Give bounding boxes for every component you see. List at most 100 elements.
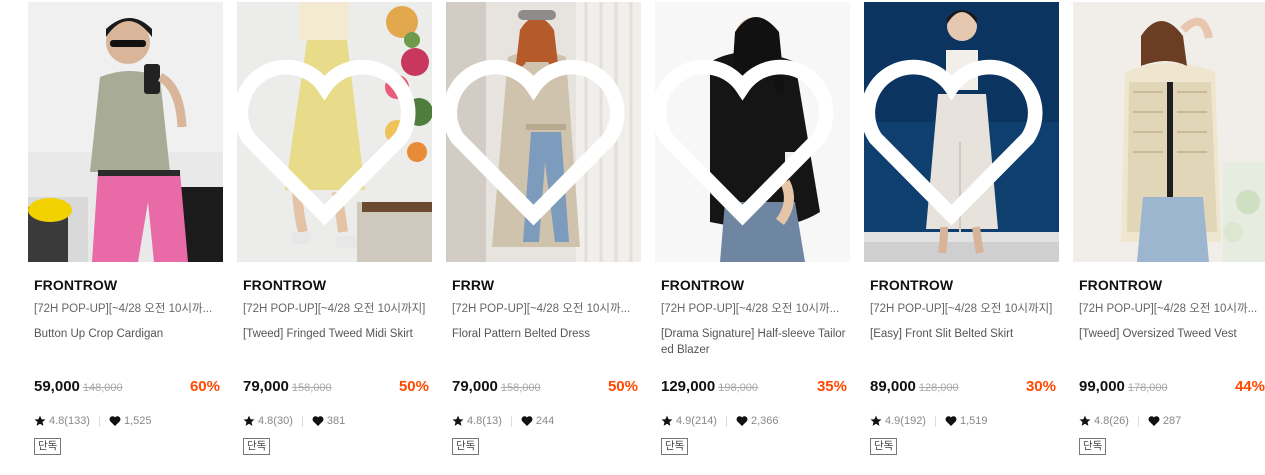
product-card[interactable]: FRONTROW [72H POP-UP][~4/28 오전 10시까... [… xyxy=(655,0,850,475)
product-stats: 4.9(214) 2,366 xyxy=(661,413,779,429)
promo-text: [72H POP-UP][~4/28 오전 10시까... xyxy=(34,303,213,315)
product-image[interactable] xyxy=(446,2,641,262)
exclusive-badge: 단독 xyxy=(870,438,898,455)
stats-divider xyxy=(934,415,936,427)
promo-text: [72H POP-UP][~4/28 오전 10시까지] xyxy=(243,303,426,315)
promo-text: [72H POP-UP][~4/28 오전 10시까... xyxy=(661,303,840,315)
wishlist-heart-icon[interactable] xyxy=(864,12,1049,262)
product-stats: 4.8(26) 287 xyxy=(1079,413,1181,429)
product-info: FRONTROW [72H POP-UP][~4/28 오전 10시까지] [T… xyxy=(243,276,429,358)
product-image[interactable] xyxy=(237,2,432,262)
stats-divider xyxy=(301,415,303,427)
sale-price: 89,000 xyxy=(870,378,916,395)
brand-name[interactable]: FRONTROW xyxy=(243,276,429,294)
sale-price: 59,000 xyxy=(34,378,80,395)
likes-count: 1,525 xyxy=(123,415,152,427)
product-name[interactable]: [Tweed] Oversized Tweed Vest xyxy=(1079,326,1265,358)
likes-count: 2,366 xyxy=(750,415,779,427)
price-row: 79,000 158,000 50% xyxy=(243,378,429,398)
price-row: 89,000 128,000 30% xyxy=(870,378,1056,398)
star-icon xyxy=(1079,415,1091,426)
discount-rate: 50% xyxy=(607,378,638,395)
product-photo xyxy=(28,2,223,262)
wishlist-heart-icon[interactable] xyxy=(237,12,422,262)
product-grid: FRONTROW [72H POP-UP][~4/28 오전 10시까... B… xyxy=(0,0,1265,475)
discount-rate: 60% xyxy=(189,378,220,395)
price-row: 79,000 158,000 50% xyxy=(452,378,638,398)
product-card[interactable]: FRONTROW [72H POP-UP][~4/28 오전 10시까... B… xyxy=(28,0,223,475)
stats-divider xyxy=(1137,415,1139,427)
product-image[interactable] xyxy=(1073,2,1265,262)
exclusive-badge: 단독 xyxy=(661,438,689,455)
product-stats: 4.8(133) 1,525 xyxy=(34,413,152,429)
promo-text: [72H POP-UP][~4/28 오전 10시까... xyxy=(1079,303,1258,315)
rating-value: 4.8(30) xyxy=(258,415,293,427)
brand-name[interactable]: FRRW xyxy=(452,276,638,294)
product-stats: 4.8(13) 244 xyxy=(452,413,554,429)
product-card[interactable]: FRRW [72H POP-UP][~4/28 오전 10시까... Flora… xyxy=(446,0,641,475)
sale-price: 79,000 xyxy=(452,378,498,395)
likes-count: 287 xyxy=(1162,415,1182,427)
exclusive-badge: 단독 xyxy=(243,438,271,455)
wishlist-heart-icon[interactable] xyxy=(446,12,631,262)
heart-filled-icon xyxy=(521,416,533,426)
discount-rate: 35% xyxy=(816,378,847,395)
product-info: FRRW [72H POP-UP][~4/28 오전 10시까... Flora… xyxy=(452,276,638,358)
price-row: 129,000 198,000 35% xyxy=(661,378,847,398)
original-price: 158,000 xyxy=(500,382,541,394)
rating-value: 4.8(13) xyxy=(467,415,502,427)
brand-name[interactable]: FRONTROW xyxy=(34,276,220,294)
promo-text: [72H POP-UP][~4/28 오전 10시까... xyxy=(452,303,631,315)
brand-name[interactable]: FRONTROW xyxy=(870,276,1056,294)
sale-price: 129,000 xyxy=(661,378,716,395)
product-name[interactable]: [Drama Signature] Half-sleeve Tailored B… xyxy=(661,326,847,358)
product-name[interactable]: Floral Pattern Belted Dress xyxy=(452,326,638,358)
heart-filled-icon xyxy=(109,416,121,426)
price-row: 59,000 148,000 60% xyxy=(34,378,220,398)
star-icon xyxy=(661,415,673,426)
likes-count: 381 xyxy=(326,415,346,427)
product-image[interactable] xyxy=(655,2,850,262)
product-info: FRONTROW [72H POP-UP][~4/28 오전 10시까지] [E… xyxy=(870,276,1056,358)
original-price: 148,000 xyxy=(82,382,123,394)
rating-value: 4.8(133) xyxy=(49,415,90,427)
stats-divider xyxy=(510,415,512,427)
heart-filled-icon xyxy=(945,416,957,426)
likes-count: 1,519 xyxy=(959,415,988,427)
product-photo xyxy=(1073,2,1265,262)
brand-name[interactable]: FRONTROW xyxy=(1079,276,1265,294)
stats-divider xyxy=(725,415,727,427)
wishlist-heart-icon[interactable] xyxy=(655,12,840,262)
product-name[interactable]: Button Up Crop Cardigan xyxy=(34,326,220,358)
product-info: FRONTROW [72H POP-UP][~4/28 오전 10시까... [… xyxy=(1079,276,1265,358)
product-stats: 4.8(30) 381 xyxy=(243,413,345,429)
product-stats: 4.9(192) 1,519 xyxy=(870,413,988,429)
heart-filled-icon xyxy=(1148,416,1160,426)
star-icon xyxy=(452,415,464,426)
product-image[interactable] xyxy=(864,2,1059,262)
original-price: 198,000 xyxy=(718,382,758,394)
original-price: 158,000 xyxy=(291,382,332,394)
original-price: 128,000 xyxy=(918,382,959,394)
likes-count: 244 xyxy=(535,415,555,427)
product-card[interactable]: FRONTROW [72H POP-UP][~4/28 오전 10시까지] [E… xyxy=(864,0,1059,475)
product-card[interactable]: FRONTROW [72H POP-UP][~4/28 오전 10시까지] [T… xyxy=(237,0,432,475)
product-image[interactable] xyxy=(28,2,223,262)
brand-name[interactable]: FRONTROW xyxy=(661,276,847,294)
star-icon xyxy=(34,415,46,426)
discount-rate: 50% xyxy=(398,378,429,395)
product-info: FRONTROW [72H POP-UP][~4/28 오전 10시까... [… xyxy=(661,276,847,358)
product-name[interactable]: [Easy] Front Slit Belted Skirt xyxy=(870,326,1056,358)
star-icon xyxy=(870,415,882,426)
sale-price: 99,000 xyxy=(1079,378,1125,395)
discount-rate: 44% xyxy=(1234,378,1265,395)
heart-filled-icon xyxy=(312,416,324,426)
stats-divider xyxy=(98,415,100,427)
promo-text: [72H POP-UP][~4/28 오전 10시까지] xyxy=(870,303,1053,315)
exclusive-badge: 단독 xyxy=(1079,438,1107,455)
heart-filled-icon xyxy=(736,416,748,426)
rating-value: 4.8(26) xyxy=(1094,415,1129,427)
exclusive-badge: 단독 xyxy=(452,438,480,455)
product-card[interactable]: FRONTROW [72H POP-UP][~4/28 오전 10시까... [… xyxy=(1073,0,1265,475)
product-name[interactable]: [Tweed] Fringed Tweed Midi Skirt xyxy=(243,326,429,358)
